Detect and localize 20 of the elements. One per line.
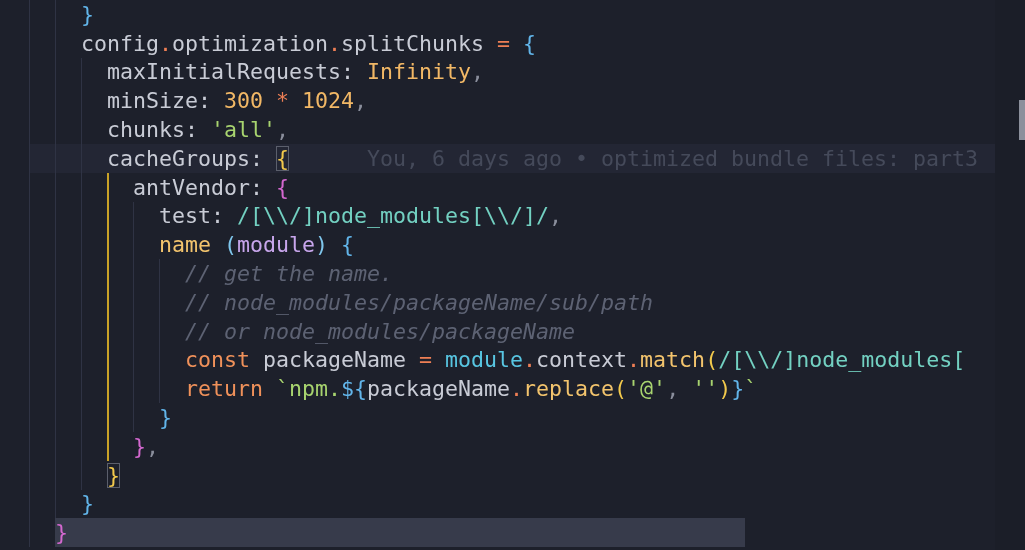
code-line: } [81,491,94,517]
code-line: return `npm.${packageName.replace('@', '')}` [185,376,758,402]
code-line: maxInitialRequests: Infinity, [107,59,485,85]
code-line: // node_modules/packageName/sub/path [185,289,654,315]
code-line: test: /[\\/]node_modules[\\/]/, [159,203,563,229]
code-line: chunks: 'all', [107,117,290,143]
scrollbar-thumb[interactable] [1019,100,1025,140]
code-line: // get the name. [185,261,393,287]
code-line: } [159,405,172,431]
code-line: config.optimization.splitChunks = { [81,30,537,56]
code-line: }, [133,433,160,459]
code-line: minSize: 300 * 1024, [107,88,368,114]
code-line: // or node_modules/packageName [185,318,576,344]
code-line: antVendor: { [133,174,290,200]
code-line: } [81,1,94,27]
code-line: } [107,462,120,488]
code-line: name (module) { [159,232,355,258]
code-line: cacheGroups: { [107,145,290,171]
code-line: } [55,520,68,546]
code-line: const packageName = module.context.match(/[\\/]node_modules[ [185,347,966,373]
